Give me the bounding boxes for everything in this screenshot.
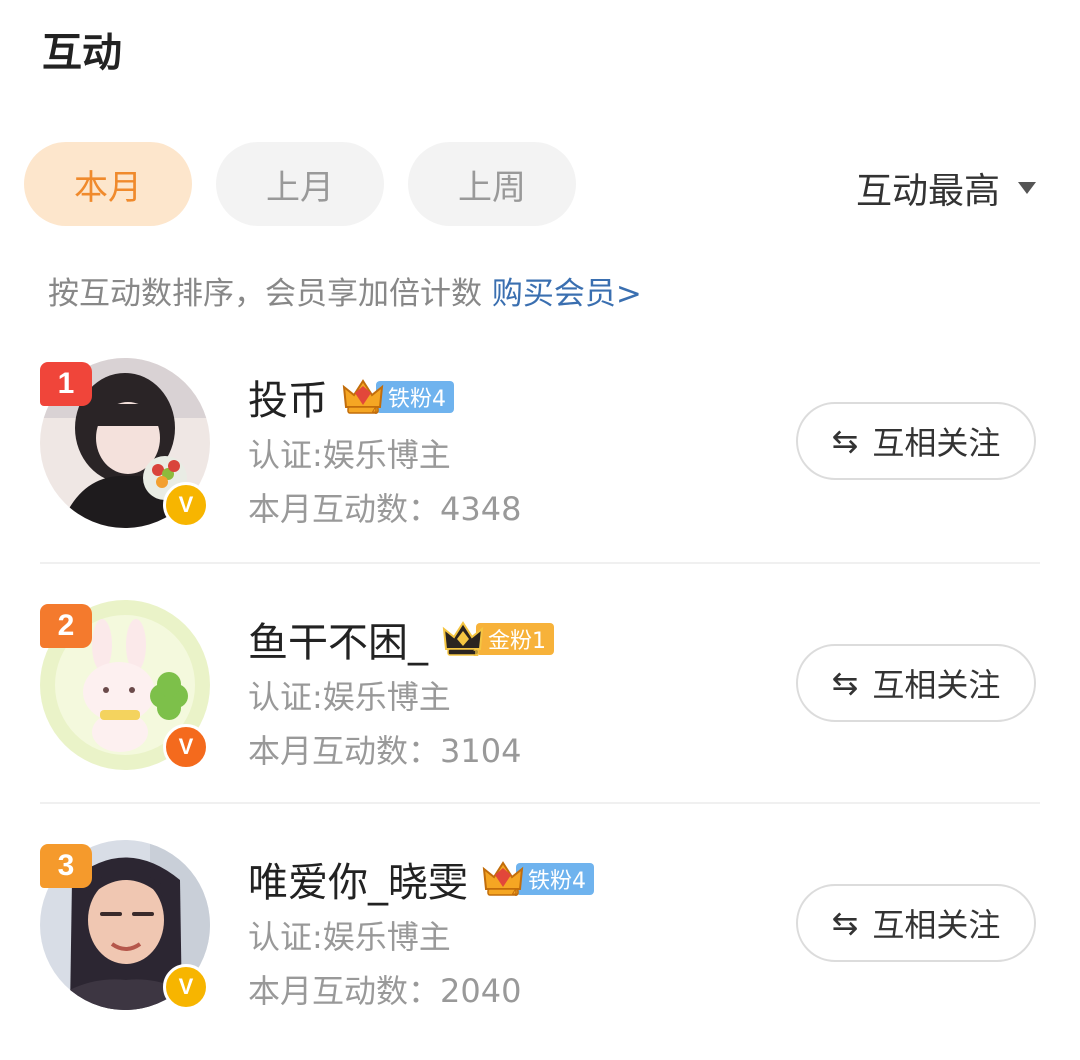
user-name-line: 投币 4 铁粉4 xyxy=(248,368,454,426)
page-title: 互动 xyxy=(42,30,122,76)
fan-level-label: 铁粉4 xyxy=(376,381,454,413)
mutual-follow-button[interactable]: ⇆ 互相关注 xyxy=(796,644,1036,722)
divider xyxy=(40,802,1040,804)
verified-v-icon: V xyxy=(163,482,209,528)
certification-text: 认证:娱乐博主 xyxy=(248,436,451,474)
buy-membership-link[interactable]: 购买会员> xyxy=(492,276,642,312)
tab-last-month[interactable]: 上月 xyxy=(216,142,384,226)
fan-level-badge: 4 铁粉4 xyxy=(482,861,594,899)
crown-icon: 4 xyxy=(482,861,524,899)
list-item[interactable]: 1 V 投币 4 铁粉4 认证:娱乐博主 本月互动数：4348 ⇆ 互相关注 xyxy=(0,358,1080,578)
user-name[interactable]: 投币 xyxy=(248,368,328,426)
user-name[interactable]: 鱼干不困_ xyxy=(248,610,428,668)
follow-label: 互相关注 xyxy=(872,906,1001,944)
verified-v-icon: V xyxy=(163,724,209,770)
crown-icon: 4 xyxy=(342,379,384,417)
certification-text: 认证:娱乐博主 xyxy=(248,918,451,956)
dropdown-triangle-icon xyxy=(1018,182,1036,194)
sort-hint: 按互动数排序，会员享加倍计数 购买会员> xyxy=(48,268,642,313)
interaction-count: 本月互动数：2040 xyxy=(248,972,522,1010)
follow-label: 互相关注 xyxy=(872,666,1001,704)
tab-this-month[interactable]: 本月 xyxy=(24,142,192,226)
mutual-arrows-icon: ⇆ xyxy=(831,664,859,702)
follow-label: 互相关注 xyxy=(872,424,1001,462)
fan-level-badge: 4 铁粉4 xyxy=(342,379,454,417)
verified-v-icon: V xyxy=(163,964,209,1010)
mutual-arrows-icon: ⇆ xyxy=(831,422,859,460)
interaction-count: 本月互动数：4348 xyxy=(248,490,522,528)
sort-dropdown[interactable]: 互动最高 xyxy=(856,162,1036,214)
user-name-line: 唯爱你_晓雯 4 铁粉4 xyxy=(248,850,594,908)
user-name-line: 鱼干不困_ 1 金粉1 xyxy=(248,610,554,668)
crown-level: 4 xyxy=(512,888,518,899)
list-item[interactable]: 2 V 鱼干不困_ 1 金粉1 认证:娱乐博主 本月互动数：3104 ⇆ 互相关… xyxy=(0,600,1080,820)
divider xyxy=(40,562,1040,564)
crown-level: 1 xyxy=(473,648,479,659)
fan-level-label: 金粉1 xyxy=(476,623,554,655)
interaction-count: 本月互动数：3104 xyxy=(248,732,522,770)
user-name[interactable]: 唯爱你_晓雯 xyxy=(248,850,468,908)
mutual-follow-button[interactable]: ⇆ 互相关注 xyxy=(796,402,1036,480)
hint-text: 按互动数排序，会员享加倍计数 xyxy=(48,276,492,312)
tab-last-week[interactable]: 上周 xyxy=(408,142,576,226)
certification-text: 认证:娱乐博主 xyxy=(248,678,451,716)
rank-badge: 3 xyxy=(40,844,92,888)
mutual-arrows-icon: ⇆ xyxy=(831,904,859,942)
fan-level-badge: 1 金粉1 xyxy=(442,621,554,659)
list-item[interactable]: 3 V 唯爱你_晓雯 4 铁粉4 认证:娱乐博主 本月互动数：2040 ⇆ 互相… xyxy=(0,840,1080,1060)
mutual-follow-button[interactable]: ⇆ 互相关注 xyxy=(796,884,1036,962)
crown-icon: 1 xyxy=(442,621,484,659)
rank-badge: 2 xyxy=(40,604,92,648)
fan-level-label: 铁粉4 xyxy=(516,863,594,895)
rank-badge: 1 xyxy=(40,362,92,406)
crown-level: 4 xyxy=(372,406,378,417)
sort-label: 互动最高 xyxy=(855,171,1000,212)
